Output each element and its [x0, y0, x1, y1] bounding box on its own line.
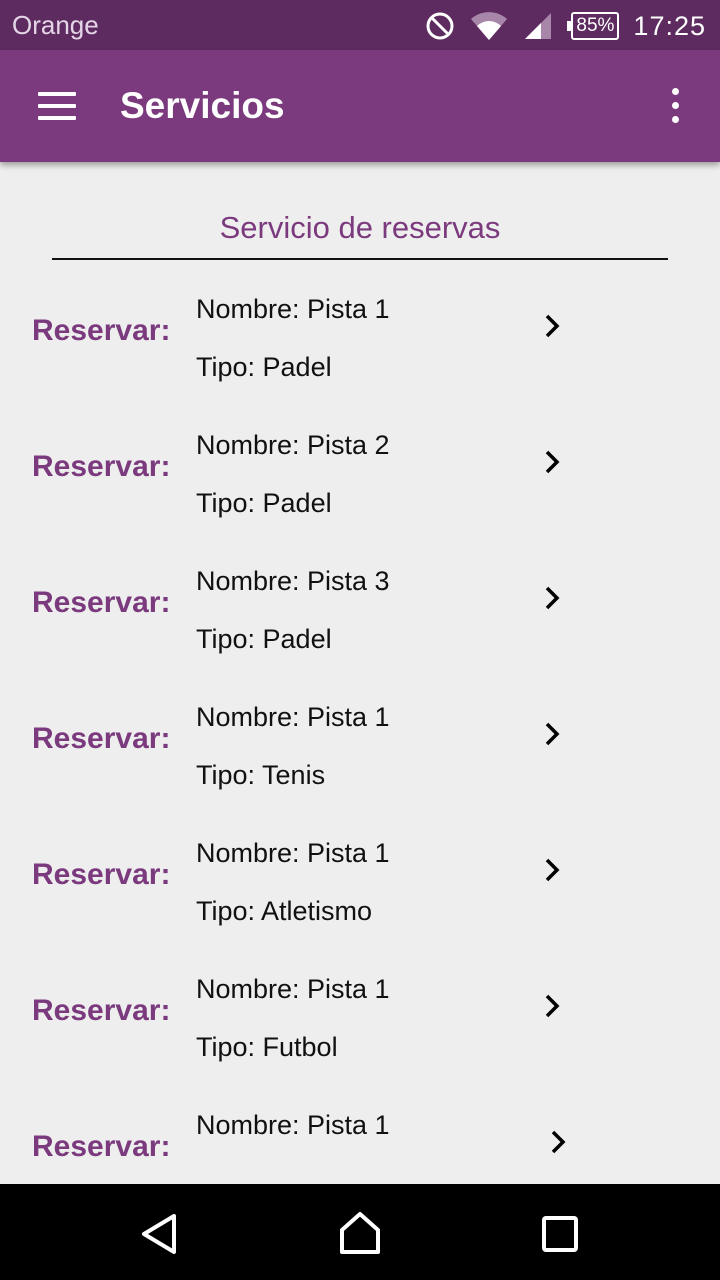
divider — [52, 258, 668, 260]
home-icon[interactable] — [336, 1210, 384, 1258]
reserve-label: Reservar: — [32, 994, 171, 1027]
court-name: Nombre: Pista 3 — [196, 566, 390, 596]
court-type: Tipo: Padel — [196, 488, 332, 518]
court-type: Tipo: Tenis — [196, 760, 326, 790]
list-item[interactable]: Reservar: Nombre: Pista 1 Tipo: Atletism… — [0, 818, 720, 954]
services-list: Servicio de reservas Reservar: Nombre: P… — [0, 162, 720, 1184]
battery-percent: 85% — [571, 12, 620, 40]
chevron-right-icon[interactable] — [538, 856, 566, 884]
reserve-label: Reservar: — [32, 722, 171, 755]
court-name: Nombre: Pista 1 — [196, 838, 390, 868]
recents-icon[interactable] — [536, 1210, 584, 1258]
more-vert-icon[interactable] — [664, 88, 688, 124]
signal-icon — [525, 13, 552, 39]
do-not-disturb-icon — [426, 12, 454, 40]
clock: 17:25 — [633, 10, 706, 41]
court-name: Nombre: Pista 2 — [196, 430, 390, 460]
hamburger-menu-icon[interactable] — [38, 92, 76, 120]
page-title: Servicios — [120, 85, 285, 126]
battery-icon: 85% — [567, 12, 620, 40]
chevron-right-icon[interactable] — [544, 1128, 572, 1156]
list-item[interactable]: Reservar: Nombre: Pista 1 Tipo: Tenis — [0, 682, 720, 818]
court-name: Nombre: Pista 1 — [196, 702, 390, 732]
reserve-label: Reservar: — [32, 314, 171, 347]
back-icon[interactable] — [136, 1210, 184, 1258]
chevron-right-icon[interactable] — [538, 720, 566, 748]
court-type: Tipo: Atletismo — [196, 896, 373, 926]
list-item[interactable]: Reservar: Nombre: Pista 2 Tipo: Padel — [0, 410, 720, 546]
list-item[interactable]: Reservar: Nombre: Pista 3 Tipo: Padel — [0, 546, 720, 682]
chevron-right-icon[interactable] — [538, 448, 566, 476]
status-bar: Orange 85% 17:25 — [0, 0, 720, 50]
court-type: Tipo: Padel — [196, 352, 332, 382]
wifi-icon — [471, 12, 508, 40]
court-type: Tipo: Padel — [196, 624, 332, 654]
reserve-label: Reservar: — [32, 450, 171, 483]
court-name: Nombre: Pista 1 — [196, 974, 390, 1004]
reserve-label: Reservar: — [32, 858, 171, 891]
section-title: Servicio de reservas — [219, 210, 501, 245]
carrier-name: Orange — [12, 10, 99, 40]
court-name: Nombre: Pista 1 — [196, 1110, 390, 1140]
reserve-label: Reservar: — [32, 1130, 171, 1163]
court-type: Tipo: Futbol — [196, 1032, 338, 1062]
navigation-bar — [0, 1184, 720, 1280]
status-icons: 85% 17:25 — [411, 6, 706, 46]
chevron-right-icon[interactable] — [538, 992, 566, 1020]
reserve-label: Reservar: — [32, 586, 171, 619]
app-bar: Servicios — [0, 50, 720, 162]
list-item[interactable]: Reservar: Nombre: Pista 1 Tipo: Padel — [0, 274, 720, 410]
chevron-right-icon[interactable] — [538, 584, 566, 612]
list-item[interactable]: Reservar: Nombre: Pista 1 — [0, 1090, 720, 1184]
chevron-right-icon[interactable] — [538, 312, 566, 340]
list-item[interactable]: Reservar: Nombre: Pista 1 Tipo: Futbol — [0, 954, 720, 1090]
court-name: Nombre: Pista 1 — [196, 294, 390, 324]
